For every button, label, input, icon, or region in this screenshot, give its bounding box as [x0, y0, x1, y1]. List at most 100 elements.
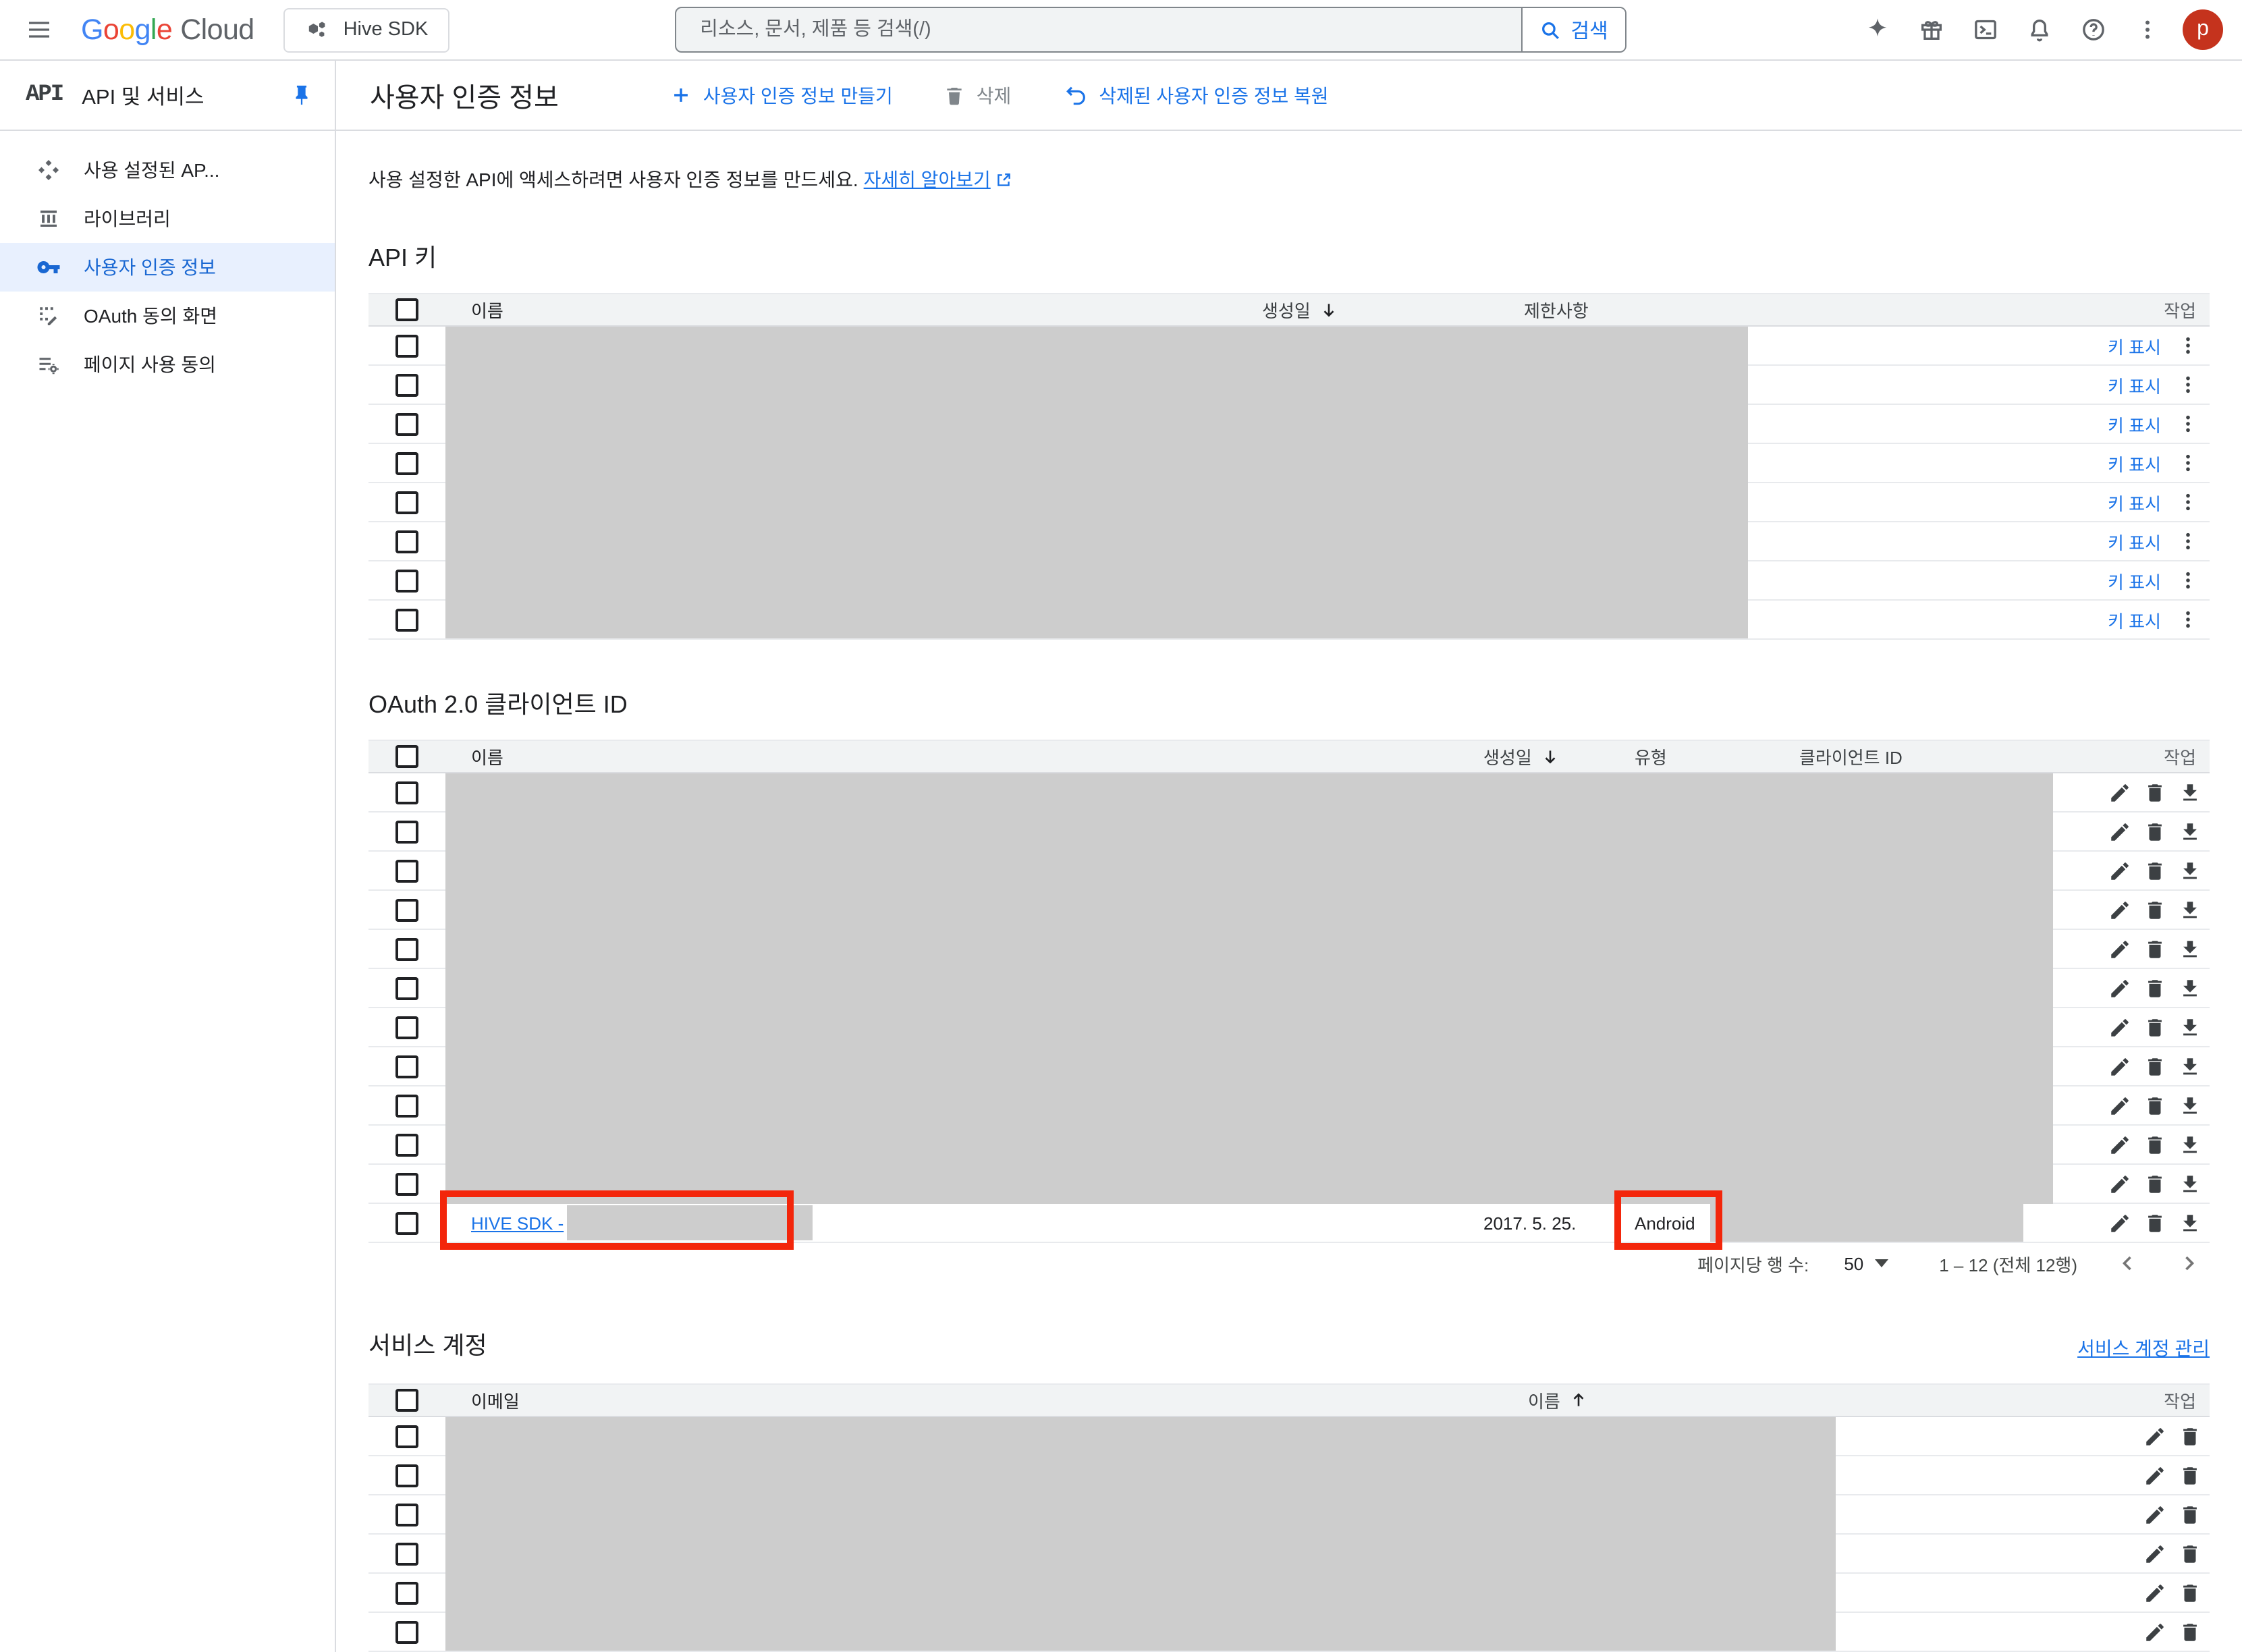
delete-icon[interactable]: [2143, 820, 2166, 843]
sidebar-item-credentials[interactable]: 사용자 인증 정보: [0, 243, 335, 292]
show-key-link[interactable]: 키 표시: [2108, 333, 2161, 358]
delete-icon[interactable]: [2179, 1425, 2202, 1448]
edit-icon[interactable]: [2108, 1172, 2131, 1195]
rows-per-page-select[interactable]: 50: [1844, 1253, 1888, 1273]
download-icon[interactable]: [2179, 1016, 2202, 1039]
column-header-name[interactable]: 이름: [444, 297, 1262, 323]
project-selector-button[interactable]: Hive SDK: [284, 7, 450, 52]
cloud-shell-button[interactable]: [1959, 4, 2013, 55]
delete-icon[interactable]: [2143, 1016, 2166, 1039]
delete-icon[interactable]: [2143, 976, 2166, 999]
delete-icon[interactable]: [2143, 1211, 2166, 1234]
row-checkbox[interactable]: [395, 491, 418, 514]
edit-icon[interactable]: [2108, 1133, 2131, 1156]
column-header-client-id[interactable]: 클라이언트 ID: [1799, 744, 2061, 769]
row-checkbox[interactable]: [395, 1425, 418, 1448]
row-kebab-menu-icon[interactable]: [2177, 374, 2199, 395]
learn-more-link[interactable]: 자세히 알아보기: [864, 166, 1012, 193]
column-header-name[interactable]: 이름: [1528, 1387, 2088, 1413]
edit-icon[interactable]: [2108, 1016, 2131, 1039]
help-button[interactable]: [2067, 4, 2121, 55]
download-icon[interactable]: [2179, 1055, 2202, 1078]
row-checkbox[interactable]: [395, 1581, 418, 1604]
hamburger-menu-button[interactable]: [13, 4, 65, 55]
column-header-name[interactable]: 이름: [444, 744, 1483, 769]
row-checkbox[interactable]: [395, 1094, 418, 1117]
row-checkbox[interactable]: [395, 781, 418, 804]
download-icon[interactable]: [2179, 976, 2202, 999]
row-checkbox[interactable]: [395, 373, 418, 396]
edit-icon[interactable]: [2108, 781, 2131, 804]
edit-icon[interactable]: [2108, 898, 2131, 921]
sidebar-item-enabled-apis[interactable]: 사용 설정된 AP...: [0, 146, 335, 194]
download-icon[interactable]: [2179, 1094, 2202, 1117]
download-icon[interactable]: [2179, 937, 2202, 960]
column-header-created[interactable]: 생성일: [1262, 297, 1524, 323]
previous-page-button[interactable]: [2115, 1251, 2139, 1275]
next-page-button[interactable]: [2177, 1251, 2202, 1275]
download-icon[interactable]: [2179, 859, 2202, 882]
show-key-link[interactable]: 키 표시: [2108, 607, 2161, 632]
delete-icon[interactable]: [2179, 1581, 2202, 1604]
row-kebab-menu-icon[interactable]: [2177, 530, 2199, 552]
row-checkbox[interactable]: [395, 451, 418, 474]
edit-icon[interactable]: [2108, 937, 2131, 960]
sidebar-item-page-usage[interactable]: 페이지 사용 동의: [0, 340, 335, 389]
row-checkbox[interactable]: [395, 1211, 418, 1234]
download-icon[interactable]: [2179, 781, 2202, 804]
row-checkbox[interactable]: [395, 820, 418, 843]
row-checkbox[interactable]: [395, 334, 418, 357]
delete-button[interactable]: 삭제: [944, 82, 1012, 109]
free-trial-button[interactable]: [1905, 4, 1959, 55]
notifications-button[interactable]: [2013, 4, 2067, 55]
download-icon[interactable]: [2179, 1133, 2202, 1156]
edit-icon[interactable]: [2108, 1055, 2131, 1078]
row-checkbox[interactable]: [395, 937, 418, 960]
delete-icon[interactable]: [2143, 1172, 2166, 1195]
row-kebab-menu-icon[interactable]: [2177, 335, 2199, 356]
edit-icon[interactable]: [2108, 820, 2131, 843]
row-checkbox[interactable]: [395, 1620, 418, 1643]
client-name-link[interactable]: HIVE SDK -: [471, 1213, 564, 1233]
edit-icon[interactable]: [2143, 1425, 2166, 1448]
edit-icon[interactable]: [2108, 1211, 2131, 1234]
create-credentials-button[interactable]: 사용자 인증 정보 만들기: [669, 82, 893, 109]
download-icon[interactable]: [2179, 820, 2202, 843]
edit-icon[interactable]: [2143, 1620, 2166, 1643]
edit-icon[interactable]: [2143, 1464, 2166, 1487]
delete-icon[interactable]: [2179, 1503, 2202, 1526]
delete-icon[interactable]: [2143, 859, 2166, 882]
download-icon[interactable]: [2179, 1172, 2202, 1195]
row-checkbox[interactable]: [395, 1503, 418, 1526]
row-kebab-menu-icon[interactable]: [2177, 413, 2199, 435]
edit-icon[interactable]: [2143, 1503, 2166, 1526]
delete-icon[interactable]: [2143, 1094, 2166, 1117]
column-header-type[interactable]: 유형: [1635, 744, 1799, 769]
account-avatar[interactable]: p: [2183, 9, 2223, 50]
delete-icon[interactable]: [2179, 1620, 2202, 1643]
gemini-button[interactable]: [1851, 4, 1905, 55]
row-kebab-menu-icon[interactable]: [2177, 609, 2199, 630]
more-options-button[interactable]: [2121, 4, 2175, 55]
delete-icon[interactable]: [2179, 1542, 2202, 1565]
delete-icon[interactable]: [2143, 898, 2166, 921]
delete-icon[interactable]: [2143, 937, 2166, 960]
select-all-checkbox[interactable]: [395, 1389, 418, 1412]
show-key-link[interactable]: 키 표시: [2108, 450, 2161, 476]
column-header-created[interactable]: 생성일: [1483, 744, 1635, 769]
row-kebab-menu-icon[interactable]: [2177, 570, 2199, 591]
select-all-checkbox[interactable]: [395, 298, 418, 321]
delete-icon[interactable]: [2143, 1133, 2166, 1156]
download-icon[interactable]: [2179, 1211, 2202, 1234]
show-key-link[interactable]: 키 표시: [2108, 568, 2161, 593]
edit-icon[interactable]: [2108, 1094, 2131, 1117]
edit-icon[interactable]: [2143, 1542, 2166, 1565]
show-key-link[interactable]: 키 표시: [2108, 489, 2161, 515]
row-checkbox[interactable]: [395, 976, 418, 999]
row-checkbox[interactable]: [395, 1172, 418, 1195]
search-button[interactable]: 검색: [1521, 8, 1624, 51]
edit-icon[interactable]: [2108, 976, 2131, 999]
sidebar-item-library[interactable]: 라이브러리: [0, 194, 335, 243]
row-checkbox[interactable]: [395, 1542, 418, 1565]
row-checkbox[interactable]: [395, 530, 418, 553]
